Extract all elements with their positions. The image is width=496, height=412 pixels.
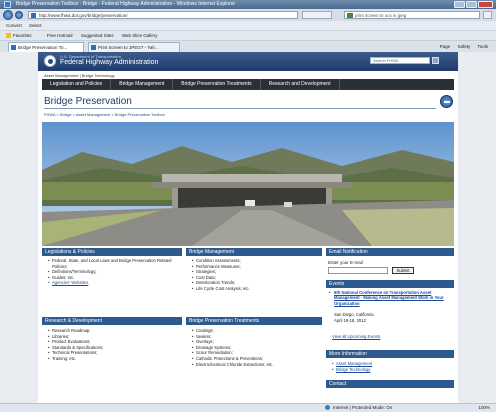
top-links[interactable]: Asset Management | Bridge Technology	[44, 73, 115, 78]
nav-bridge-management[interactable]: Bridge Management	[111, 79, 174, 90]
legislations-header[interactable]: Legislations & Policies	[42, 248, 182, 256]
favorites-bar: Favorites Free Hotmail Suggested Sites W…	[0, 30, 496, 40]
list-item: Federal, State, and Local Laws and Bridg…	[48, 258, 176, 269]
legislations-list: Federal, State, and Local Laws and Bridg…	[48, 258, 176, 286]
select-button[interactable]: Select	[29, 23, 42, 28]
search-provider-icon	[347, 13, 353, 18]
agency-banner: U.S. Department of Transportation Federa…	[38, 52, 458, 71]
forward-icon[interactable]	[15, 11, 23, 19]
title-bar: Bridge Preservation Toolbox - Bridge - F…	[0, 0, 496, 9]
nav-treatments[interactable]: Bridge Preservation Treatments	[173, 79, 261, 90]
maximize-icon[interactable]	[466, 1, 477, 8]
tab-bridge-preservation[interactable]: Bridge Preservation To...	[8, 42, 84, 52]
research-header[interactable]: Research & Development	[42, 317, 182, 325]
minimize-icon[interactable]	[454, 1, 465, 8]
view-all-events-link[interactable]: View all Upcoming Events	[332, 334, 380, 339]
address-bar-row: http://www.fhwa.dot.gov/bridge/preservat…	[0, 9, 496, 21]
nav-research[interactable]: Research and Development	[261, 79, 340, 90]
tab-row: Bridge Preservation To... Print Screen t…	[0, 40, 496, 52]
event-bullet: •	[329, 290, 331, 295]
main-nav: Legislation and Policies Bridge Manageme…	[42, 79, 454, 90]
bridge-photo	[42, 122, 454, 246]
ie-app-icon	[4, 1, 11, 8]
contact-header[interactable]: Contact	[326, 380, 454, 388]
fav-suggested-sites[interactable]: Suggested Sites	[81, 33, 114, 38]
submit-button[interactable]: Submit	[392, 267, 414, 274]
dot-logo-icon	[44, 55, 56, 67]
star-icon	[6, 33, 11, 39]
page-tools: Page Safety Tools	[434, 43, 488, 51]
site-container: U.S. Department of Transportation Federa…	[38, 52, 458, 403]
event-link[interactable]: 9th National Conference on Transportatio…	[334, 290, 444, 306]
event-location: San Diego, California	[334, 312, 374, 317]
research-list: Research Roadmap; Libraries; Product Eva…	[48, 328, 176, 362]
more-info-list: Asset Management Bridge Technology	[332, 361, 452, 372]
close-icon[interactable]	[478, 1, 493, 8]
browser-window: Bridge Preservation Toolbox - Bridge - F…	[0, 0, 496, 412]
list-item: Training; etc.	[48, 356, 176, 362]
treatments-header[interactable]: Bridge Preservation Treatments	[186, 317, 322, 325]
site-favicon-icon	[31, 13, 36, 18]
bridge-management-list: Condition Assessments; Performance Measu…	[192, 258, 318, 292]
page-title: Bridge Preservation	[44, 96, 132, 107]
list-item: Electrochemical Chloride Extractions; et…	[192, 362, 320, 368]
address-url: http://www.fhwa.dot.gov/bridge/preservat…	[39, 13, 128, 18]
refresh-stop-icon[interactable]	[302, 11, 332, 19]
title-divider	[44, 108, 436, 109]
convert-button[interactable]: Convert	[6, 23, 22, 28]
tools-menu[interactable]: Tools	[477, 44, 488, 49]
bridge-technology-link[interactable]: Bridge Technology	[332, 367, 452, 373]
email-header: Email Notification	[326, 248, 454, 256]
bridge-management-header[interactable]: Bridge Management	[186, 248, 322, 256]
globe-icon	[325, 405, 330, 411]
safety-menu[interactable]: Safety	[457, 44, 470, 49]
favorites-button[interactable]: Favorites	[6, 33, 39, 39]
status-bar: Internet | Protected Mode: On 100%	[0, 403, 496, 412]
zoom-level[interactable]: 100%	[478, 404, 490, 412]
fav-free-hotmail[interactable]: Free Hotmail	[47, 33, 73, 38]
email-field[interactable]	[328, 267, 388, 274]
search-icon[interactable]	[483, 11, 492, 19]
nav-legislation[interactable]: Legislation and Policies	[42, 79, 112, 90]
window-controls	[454, 1, 493, 8]
security-zone: Internet | Protected Mode: On	[325, 404, 392, 412]
bridge-photo-art	[42, 122, 454, 246]
treatments-list: Coatings; Sealers; Overlays; Drainage Sy…	[192, 328, 320, 367]
event-dates: April 16-18, 2012	[334, 318, 366, 323]
list-item: Life Cycle Cost Analysis; etc.	[192, 286, 318, 292]
command-bar: Convert Select	[0, 21, 496, 30]
back-icon[interactable]	[3, 10, 13, 20]
tab-print-screen[interactable]: Print Screen to JPEG? - Yah...	[88, 42, 180, 52]
site-search-button[interactable]	[432, 57, 439, 64]
tab-favicon-icon	[91, 45, 96, 50]
page-menu[interactable]: Page	[440, 44, 451, 49]
window-title: Bridge Preservation Toolbox - Bridge - F…	[16, 1, 236, 7]
fav-web-slice-gallery[interactable]: Web Slice Gallery	[122, 33, 158, 38]
breadcrumb[interactable]: FHWA > Bridge > Asset Management > Bridg…	[44, 112, 165, 117]
events-header: Events	[326, 280, 454, 288]
web-page: U.S. Department of Transportation Federa…	[0, 52, 496, 403]
agency-name: Federal Highway Administration	[60, 59, 159, 66]
more-info-header: More Information	[326, 350, 454, 358]
agencies-websites-link[interactable]: Agencies' Websites	[48, 280, 176, 286]
tab-favicon-icon	[11, 45, 16, 50]
ie-search-input[interactable]: print screen to ocx in jpeg	[344, 11, 480, 19]
collapse-icon[interactable]	[440, 95, 453, 108]
email-label: Enter your E-mail	[328, 260, 363, 265]
address-field[interactable]: http://www.fhwa.dot.gov/bridge/preservat…	[28, 11, 298, 19]
site-search-input[interactable]: Search FHWA	[370, 57, 430, 64]
ie-search-text: print screen to ocx in jpeg	[355, 13, 407, 18]
